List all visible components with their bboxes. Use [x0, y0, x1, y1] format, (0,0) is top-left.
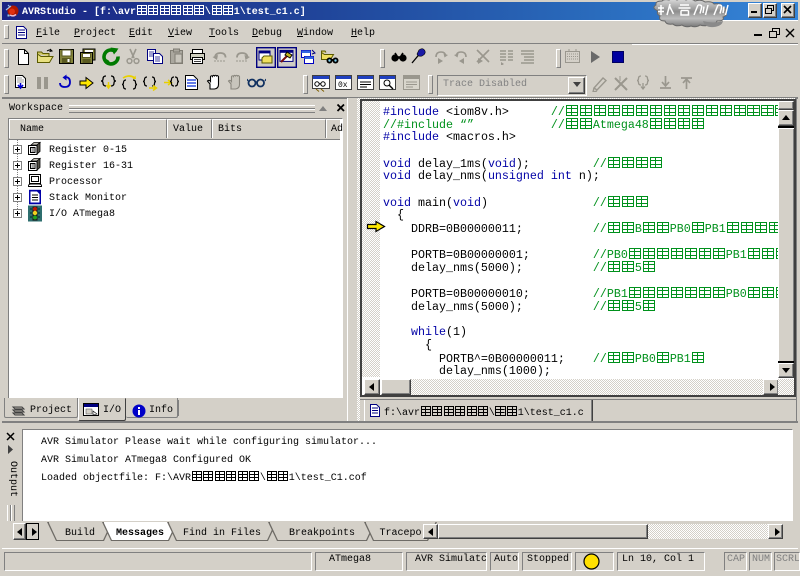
svg-text:0x: 0x — [338, 81, 348, 90]
